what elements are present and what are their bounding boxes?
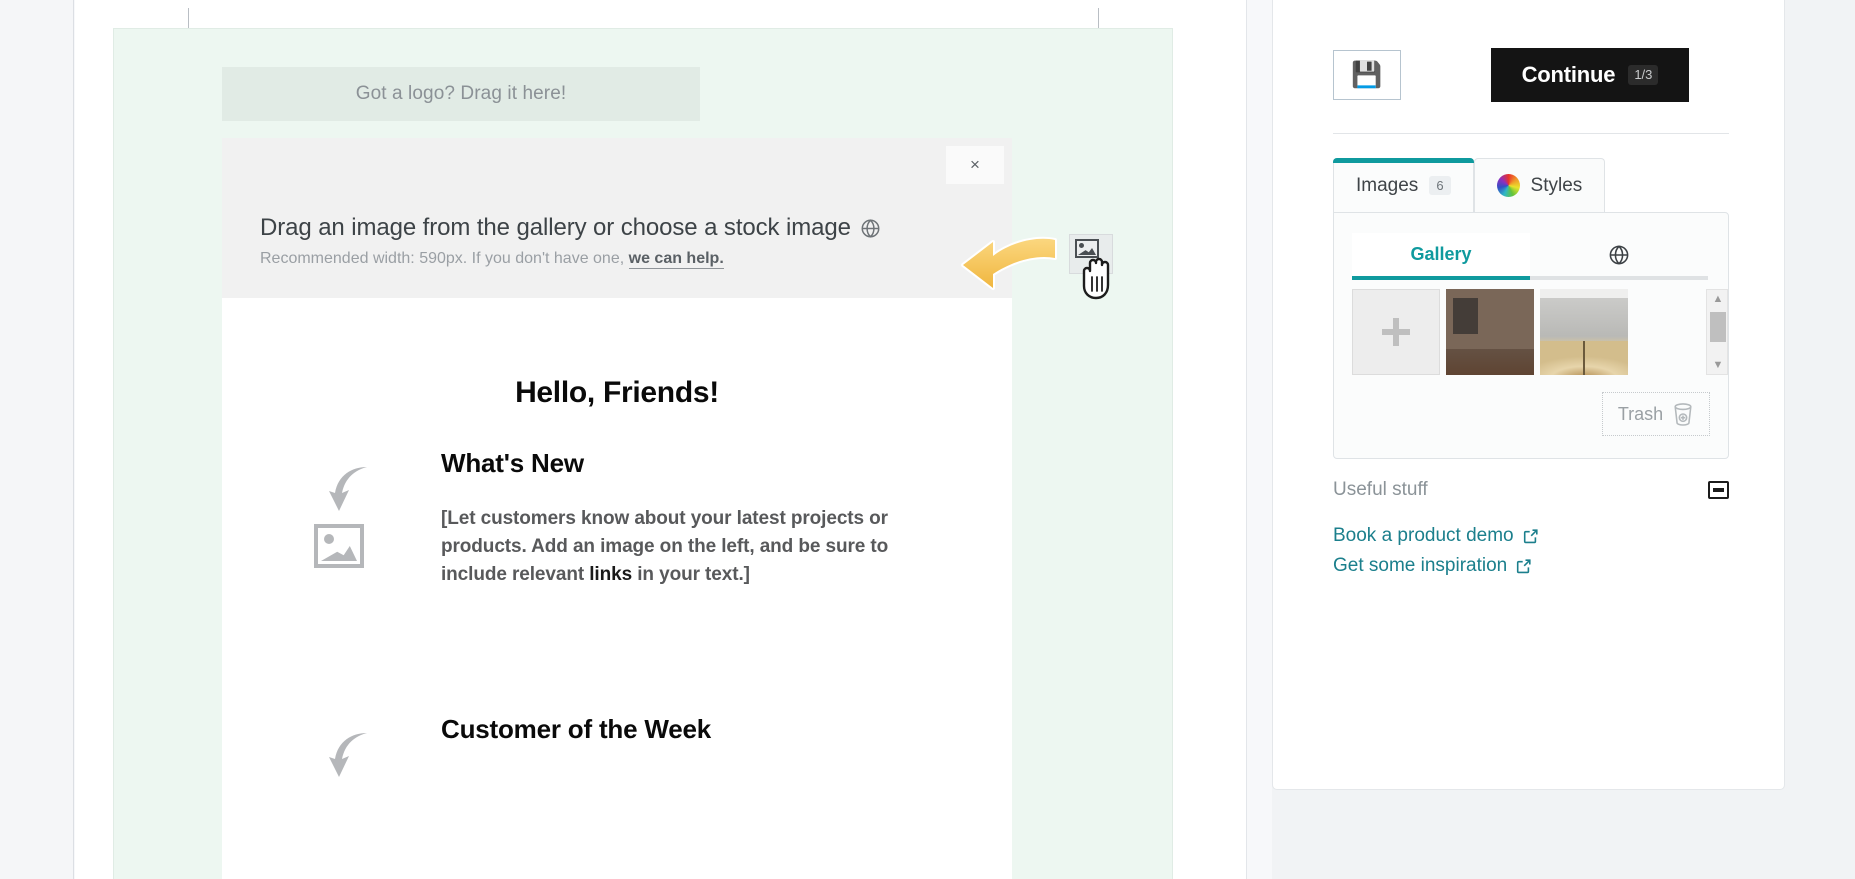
sidebar-tabs: Images 6 Styles [1333,158,1606,212]
link-get-some-inspiration[interactable]: Get some inspiration [1333,555,1532,577]
grabbing-hand-cursor [1077,255,1117,301]
collapse-dash [1713,488,1724,492]
gallery-source-tabs: Gallery [1352,233,1708,276]
useful-stuff-header: Useful stuff [1333,479,1729,501]
continue-button[interactable]: Continue 1/3 [1491,48,1689,102]
tab-images-label: Images [1356,174,1419,196]
gallery-tab[interactable]: Gallery [1352,233,1530,276]
email-greeting[interactable]: Hello, Friends! [222,376,1012,410]
image-dropzone-subtitle: Recommended width: 590px. If you don't h… [260,250,724,269]
close-icon[interactable]: × [946,146,1004,184]
image-placeholder-icon[interactable] [314,524,364,568]
image-dropzone-title-row: Drag an image from the gallery or choose… [260,214,881,242]
external-link-icon [1517,559,1531,574]
globe-icon[interactable] [860,218,881,239]
link-book-a-product-demo-label: Book a product demo [1333,525,1514,546]
image-hint-customer [312,729,374,790]
image-dropzone-title: Drag an image from the gallery or choose… [260,214,851,241]
left-gutter [0,0,74,879]
globe-icon [1609,244,1629,265]
sidebar-panel-card: 💾 Continue 1/3 Images 6 Styles Gallery ▲… [1272,0,1785,790]
useful-stuff-title: Useful stuff [1333,479,1428,500]
gallery-tab-underline [1352,276,1708,280]
image-dropzone-block[interactable]: × Drag an image from the gallery or choo… [222,138,1012,298]
continue-step-badge: 1/3 [1628,65,1659,85]
tab-styles[interactable]: Styles [1473,158,1606,212]
crop-guide-top-left-vertical [188,8,189,28]
scroll-down-icon[interactable]: ▼ [1707,356,1729,374]
gallery-tab-underline-active [1352,276,1530,280]
image-dropzone-subtitle-text: Recommended width: 590px. If you don't h… [260,250,625,267]
continue-button-label: Continue [1521,62,1616,87]
stock-images-tab[interactable] [1530,233,1708,276]
section-heading-whats-new[interactable]: What's New [441,448,584,479]
tab-images-badge: 6 [1429,176,1451,195]
right-sidebar: 💾 Continue 1/3 Images 6 Styles Gallery ▲… [1272,0,1855,879]
gallery-thumbnails [1352,289,1708,375]
trash-label: Trash [1617,403,1664,424]
gallery-scrollbar[interactable]: ▲ ▼ [1706,289,1728,375]
scroll-up-icon[interactable]: ▲ [1707,290,1729,308]
collapse-icon[interactable] [1708,481,1729,499]
email-canvas[interactable]: Got a logo? Drag it here! × Drag an imag… [113,28,1173,879]
add-image-tile[interactable] [1352,289,1440,375]
placeholder-mountain [321,546,357,561]
curved-arrow-down-icon [329,733,367,777]
tab-styles-label: Styles [1530,174,1583,196]
logo-dropzone-label: Got a logo? Drag it here! [355,83,567,104]
logo-dropzone[interactable]: Got a logo? Drag it here! [222,67,700,121]
link-get-some-inspiration-label: Get some inspiration [1333,555,1508,576]
thumbnail-book-spine [1583,340,1585,375]
section-heading-customer-of-the-week[interactable]: Customer of the Week [441,714,711,745]
trash-icon [1674,403,1692,426]
email-body[interactable]: Hello, Friends! What's New [Let customer… [222,298,1012,879]
crop-guide-top-right-vertical [1098,8,1099,28]
sidebar-divider [1333,133,1729,134]
email-builder-app: Got a logo? Drag it here! × Drag an imag… [0,0,1855,879]
thumbnail-top-bar [1540,289,1628,299]
editor-stage: Got a logo? Drag it here! × Drag an imag… [75,0,1247,879]
curved-arrow-left-icon [959,234,1059,296]
thumbnail-open-book[interactable] [1540,289,1628,375]
image-hint-whats-new [312,463,374,568]
tab-images[interactable]: Images 6 [1333,158,1474,212]
section-body-link[interactable]: links [589,564,632,585]
images-panel: Gallery ▲ ▼ Trash [1333,212,1729,459]
placeholder-dot [324,534,334,544]
thumbnail-interior-room[interactable] [1446,289,1534,375]
placeholder-dot [1079,243,1084,248]
link-book-a-product-demo[interactable]: Book a product demo [1333,525,1539,547]
stage-right-edge [1246,0,1247,879]
section-body-whats-new[interactable]: [Let customers know about your latest pr… [441,505,941,589]
color-wheel-icon [1496,174,1520,197]
external-link-icon [1523,529,1538,544]
section-body-text-post: in your text.] [632,564,750,586]
curved-arrow-down-icon [329,467,367,511]
trash-dropzone-button[interactable]: Trash [1602,392,1710,436]
scrollbar-thumb[interactable] [1710,312,1726,342]
plus-icon [1382,318,1410,346]
floppy-disk-icon: 💾 [1351,60,1383,89]
save-button[interactable]: 💾 [1333,50,1401,100]
placeholder-mountain [1078,248,1096,255]
we-can-help-link[interactable]: we can help. [628,250,724,269]
